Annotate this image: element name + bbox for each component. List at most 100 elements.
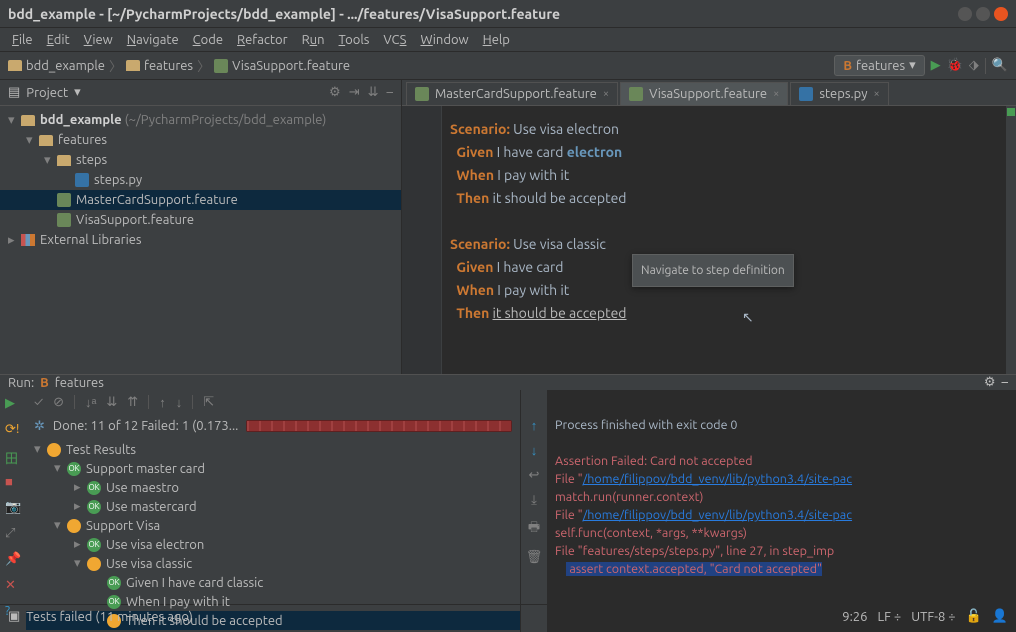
step-link[interactable]: it should be accepted: [493, 305, 627, 321]
project-tree-row[interactable]: External Libraries: [0, 230, 401, 250]
caret-position[interactable]: 9:26: [842, 610, 867, 624]
project-tree-row[interactable]: bdd_example (~/PycharmProjects/bdd_examp…: [0, 110, 401, 130]
test-tree-row[interactable]: OKGiven I have card classic: [26, 573, 520, 592]
line-separator[interactable]: LF ÷: [877, 610, 901, 624]
gear-icon[interactable]: [984, 375, 996, 390]
menu-code[interactable]: Code: [187, 31, 229, 49]
code-area[interactable]: Scenario: Use visa electron Given I have…: [442, 106, 1016, 374]
autoscroll-icon[interactable]: ⇥: [349, 85, 360, 100]
close-tab-icon[interactable]: ×: [874, 88, 880, 100]
expand-all-icon[interactable]: ⇊: [106, 395, 117, 410]
test-tree-row[interactable]: OKUse mastercard: [26, 497, 520, 516]
close-button[interactable]: [994, 7, 1008, 21]
hide-button[interactable]: [387, 85, 394, 100]
breadcrumb-item[interactable]: VisaSupport.feature: [214, 59, 350, 73]
tool-windows-icon[interactable]: ▣: [8, 609, 20, 624]
stacktrace-link[interactable]: /home/filippov/bdd_venv/lib/python3.4/si…: [583, 472, 852, 486]
editor-body[interactable]: Scenario: Use visa electron Given I have…: [402, 106, 1016, 374]
maximize-button[interactable]: [976, 7, 990, 21]
gear-icon[interactable]: [329, 85, 341, 100]
editor-gutter[interactable]: [402, 106, 442, 374]
menu-refactor[interactable]: Refactor: [231, 31, 294, 49]
test-tree-row[interactable]: Use visa classic: [26, 554, 520, 573]
gear-icon[interactable]: ✲: [34, 419, 45, 434]
menu-tools[interactable]: Tools: [333, 31, 376, 49]
toggle-autotest-button[interactable]: 田: [5, 448, 21, 464]
menu-run[interactable]: Run: [296, 31, 331, 49]
menu-vcs[interactable]: VCS: [377, 31, 412, 49]
collapse-all-icon[interactable]: ⇈: [127, 395, 138, 410]
up-stacktrace-icon[interactable]: ↑: [531, 418, 538, 433]
console-output[interactable]: Process finished with exit code 0 Assert…: [547, 390, 1016, 632]
down-stacktrace-icon[interactable]: ↓: [531, 443, 538, 458]
menu-edit[interactable]: Edit: [41, 31, 76, 49]
error-stripe[interactable]: [1006, 106, 1016, 374]
dump-threads-button[interactable]: 📷: [5, 500, 21, 516]
test-tree[interactable]: Test ResultsOKSupport master cardOKUse m…: [26, 438, 520, 632]
editor-tab[interactable]: MasterCardSupport.feature×: [406, 82, 618, 105]
run-config-selector[interactable]: B features: [834, 55, 924, 76]
project-tree-row[interactable]: features: [0, 130, 401, 150]
next-failed-icon[interactable]: ↓: [176, 395, 183, 410]
breadcrumb-item[interactable]: features: [126, 59, 193, 73]
soft-wrap-icon[interactable]: ↩: [529, 468, 540, 483]
expand-icon[interactable]: [54, 518, 66, 533]
editor-tab[interactable]: steps.py×: [790, 82, 888, 105]
project-tree-row[interactable]: MasterCardSupport.feature: [0, 190, 401, 210]
project-tree-row[interactable]: steps: [0, 150, 401, 170]
test-tree-row[interactable]: OKSupport master card: [26, 459, 520, 478]
expand-icon[interactable]: [74, 499, 86, 514]
clear-icon[interactable]: 🗑: [526, 550, 543, 565]
run-button[interactable]: ▶: [931, 58, 941, 73]
editor-tab[interactable]: VisaSupport.feature×: [620, 82, 788, 105]
project-panel-title[interactable]: ▤ Project: [8, 85, 329, 100]
test-tree-row[interactable]: OKUse maestro: [26, 478, 520, 497]
expand-icon[interactable]: [54, 461, 66, 476]
project-tree[interactable]: bdd_example (~/PycharmProjects/bdd_examp…: [0, 106, 401, 374]
expand-icon[interactable]: [44, 153, 56, 168]
close-button[interactable]: ✕: [5, 578, 21, 594]
rerun-button[interactable]: ▶: [5, 396, 21, 412]
hector-icon[interactable]: 👤: [992, 609, 1008, 624]
expand-icon[interactable]: [74, 556, 86, 571]
test-tree-row[interactable]: OKUse visa electron: [26, 535, 520, 554]
menu-help[interactable]: Help: [477, 31, 516, 49]
search-button[interactable]: [992, 58, 1008, 73]
sort-icon[interactable]: ↓ᵃ: [85, 395, 96, 410]
coverage-button[interactable]: ⬗: [969, 58, 979, 73]
test-tree-row[interactable]: Support Visa: [26, 516, 520, 535]
close-tab-icon[interactable]: ×: [603, 88, 609, 100]
stop-button[interactable]: ■: [5, 474, 21, 490]
pin-button[interactable]: 📌: [5, 552, 21, 568]
stacktrace-link[interactable]: /home/filippov/bdd_venv/lib/python3.4/si…: [583, 508, 852, 522]
expand-icon[interactable]: [8, 113, 20, 128]
menu-view[interactable]: View: [78, 31, 119, 49]
close-tab-icon[interactable]: ×: [773, 88, 779, 100]
menu-window[interactable]: Window: [414, 31, 474, 49]
scroll-to-end-icon[interactable]: ⤓: [531, 493, 537, 508]
test-tree-row[interactable]: Test Results: [26, 440, 520, 459]
menu-navigate[interactable]: Navigate: [121, 31, 185, 49]
restore-layout-button[interactable]: ⤢: [5, 526, 21, 542]
project-tree-row[interactable]: VisaSupport.feature: [0, 210, 401, 230]
expand-icon[interactable]: [34, 442, 46, 457]
print-icon[interactable]: 🖶: [528, 518, 540, 540]
expand-icon[interactable]: [74, 480, 86, 495]
project-tree-row[interactable]: steps.py: [0, 170, 401, 190]
collapse-all-icon[interactable]: ⇊: [368, 85, 379, 100]
prev-failed-icon[interactable]: ↑: [159, 395, 166, 410]
minimize-button[interactable]: [958, 7, 972, 21]
breadcrumb-item[interactable]: bdd_example: [8, 59, 105, 73]
expand-icon[interactable]: [74, 537, 86, 552]
rerun-failed-button[interactable]: ⟳!: [5, 422, 21, 438]
file-encoding[interactable]: UTF-8 ÷: [911, 610, 955, 624]
menu-file[interactable]: File: [6, 31, 39, 49]
expand-icon[interactable]: [26, 133, 38, 148]
show-passed-icon[interactable]: ✓: [34, 395, 43, 409]
debug-button[interactable]: 🐞: [947, 58, 963, 73]
readonly-toggle-icon[interactable]: 🔓: [966, 609, 982, 624]
export-icon[interactable]: ⇱: [203, 395, 214, 410]
expand-icon[interactable]: [8, 233, 20, 248]
show-ignored-icon[interactable]: ⊘: [53, 395, 64, 410]
hide-button[interactable]: [1002, 375, 1009, 390]
